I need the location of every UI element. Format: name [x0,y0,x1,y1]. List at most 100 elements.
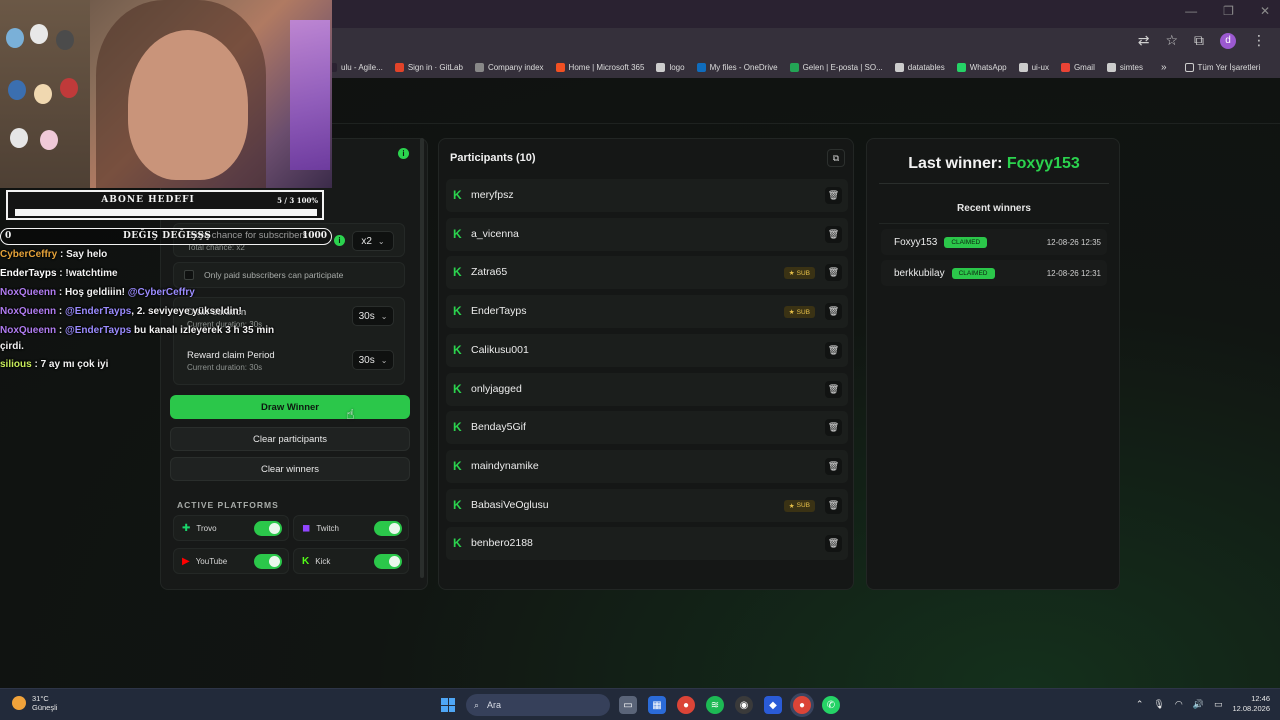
trash-icon[interactable]: 🗑 [825,457,842,475]
bookmark-item[interactable]: logo [656,62,685,72]
sub-badge: ★ SUB [783,306,815,319]
app-icon[interactable]: ◆ [764,696,782,714]
bookmark-item[interactable]: simtes [1106,62,1143,72]
chrome-icon[interactable]: ● [677,696,695,714]
copy-icon[interactable]: ⧉ [827,149,845,167]
platform-toggle[interactable] [374,554,402,569]
trash-icon[interactable]: 🗑 [825,225,842,243]
obs-icon[interactable]: ◉ [735,696,753,714]
trash-icon[interactable]: 🗑 [825,380,842,398]
clear-winners-button[interactable]: Clear winners [170,457,410,481]
trash-icon[interactable]: 🗑 [825,496,842,514]
clock-time: 12:46 [1251,694,1270,703]
chat-mention: @EnderTayps [65,306,132,317]
app-header [332,78,1280,124]
bookmark-item[interactable]: Home | Microsoft 365 [555,62,644,72]
goal-progress: 5 / 3 100% [277,196,318,205]
trash-icon[interactable]: 🗑 [825,535,842,553]
task-view-icon[interactable]: ▭ [619,696,637,714]
close-icon[interactable]: ✕ [1260,4,1270,18]
menu-icon[interactable]: ⋮ [1252,32,1266,49]
chat-separator: : [56,306,66,317]
trash-icon[interactable]: 🗑 [825,187,842,204]
sub-badge: ★ SUB [783,267,815,280]
clear-participants-button[interactable]: Clear participants [170,427,410,451]
store-icon[interactable]: ▦ [648,696,666,714]
translate-icon[interactable]: ⇄ [1138,32,1150,49]
settings-scrollbar[interactable] [420,138,424,578]
bookmark-item[interactable]: Gmail [1060,62,1095,72]
platform-toggle[interactable] [254,554,282,569]
reward-select[interactable]: 30s ⌄ [352,350,394,370]
paid-only-option[interactable]: Only paid subscribers can participate [173,262,405,288]
trash-icon[interactable]: 🗑 [825,419,842,437]
platform-kick: K Kick [293,548,409,574]
all-bookmarks-folder[interactable]: Tüm Yer İşaretleri [1184,62,1260,72]
duration-select[interactable]: 30s ⌄ [352,306,394,326]
star-icon[interactable]: ☆ [1165,32,1178,49]
paid-only-checkbox[interactable] [184,270,194,280]
divider [879,223,1109,224]
extensions-icon[interactable]: ⧉ [1194,32,1204,49]
search-icon: ⌕ [474,699,480,710]
duration-value: 30s [358,310,375,322]
chat-mention: @EnderTayps [65,325,132,336]
chrome-active-icon[interactable]: ● [793,696,811,714]
participant-name: Benday5Gif [471,421,526,434]
bookmark-item[interactable]: datatables [894,62,945,72]
participant-name: onlyjagged [471,382,522,395]
trash-icon[interactable]: 🗑 [825,341,842,359]
chat-text: , 2. seviyeye yükseldin! [131,306,242,317]
bookmark-icon [789,62,799,72]
spotify-icon[interactable]: ≋ [706,696,724,714]
bookmark-item[interactable]: WhatsApp [956,62,1007,72]
bookmark-label: ui-ux [1031,62,1049,72]
wifi-icon[interactable]: ◠ [1175,699,1183,710]
chevron-up-icon[interactable]: ⌃ [1136,699,1144,710]
weather-widget[interactable]: 31°C Güneşli [12,694,57,712]
bookmark-item[interactable]: Company index [474,62,544,72]
bookmark-label: Company index [487,62,544,72]
taskbar-search[interactable]: ⌕ Ara [466,694,610,716]
sub-badge: ★ SUB [783,499,815,512]
chat-username: EnderTayps [0,268,57,279]
microphone-icon[interactable]: 🎙 [1153,699,1164,710]
participant-row: Kmaindynamike 🗑 [446,449,848,483]
folder-icon [1184,62,1194,72]
platform-label: Trovo [196,523,217,533]
kick-icon: K [453,188,462,202]
platform-twitch: ◼ Twitch [293,515,409,541]
platform-toggle[interactable] [374,521,402,536]
bookmarks-overflow-button[interactable]: » [1161,62,1167,73]
trash-icon[interactable]: 🗑 [825,264,842,282]
info-icon[interactable]: i [398,148,409,159]
sub-counter-bar: 0 DEĞIŞ DEĞIŞŞŞ 1000 [0,228,332,245]
bookmark-label: ulu - Agile... [341,62,383,72]
bookmark-item[interactable]: Sign in · GitLab [394,62,463,72]
clock[interactable]: 12:46 12.08.2026 [1232,694,1270,714]
profile-avatar[interactable]: d [1220,32,1236,49]
participant-name: EnderTayps [471,305,527,318]
bookmark-item[interactable]: ui-ux [1018,62,1049,72]
minimize-icon[interactable]: — [1185,4,1197,18]
whatsapp-icon[interactable]: ✆ [822,696,840,714]
bookmark-label: Sign in · GitLab [407,62,463,72]
bookmark-item[interactable]: Gelen | E-posta | SO... [789,62,883,72]
windows-start-icon[interactable] [441,698,455,712]
info-icon[interactable]: i [334,235,345,246]
claimed-badge: CLAIMED [944,236,988,248]
chat-message: CyberCeffry : Say helo [0,249,107,260]
volume-icon[interactable]: 🔊 [1193,699,1204,710]
bookmark-item[interactable]: My files - OneDrive [696,62,778,72]
weather-temp: 31°C [32,694,49,703]
restore-icon[interactable]: ❐ [1223,4,1234,18]
trash-icon[interactable]: 🗑 [825,303,842,321]
chat-separator: : [31,359,41,370]
kick-icon: K [453,342,462,357]
multiplier-select[interactable]: x2 ⌄ [352,231,394,251]
bookmark-item[interactable]: ulu - Agile... [328,62,383,72]
battery-icon[interactable]: ▭ [1214,699,1223,710]
platform-toggle[interactable] [254,521,282,536]
draw-winner-button[interactable]: Draw Winner [170,395,410,419]
participant-row: K Zatra65 ★ SUB 🗑 [446,256,848,290]
